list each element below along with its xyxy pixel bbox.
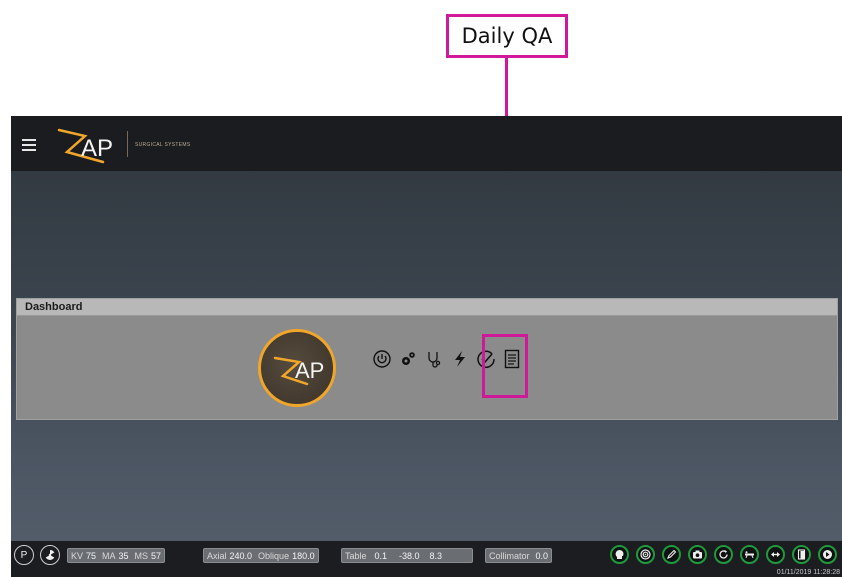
zap-home-button[interactable]: AP bbox=[258, 329, 336, 407]
camera-icon[interactable] bbox=[688, 545, 707, 564]
app-window: AP SURGICAL SYSTEMS Dashboard AP P KV 75… bbox=[11, 116, 842, 577]
lightning-icon[interactable] bbox=[450, 349, 470, 369]
dashboard-panel: Dashboard AP bbox=[16, 298, 838, 420]
collimator-readout: Collimator 0.0 bbox=[485, 548, 553, 563]
pen-icon[interactable] bbox=[662, 545, 681, 564]
timestamp: 01/11/2019 11:28:28 bbox=[776, 569, 840, 576]
target-icon[interactable] bbox=[636, 545, 655, 564]
couch-icon[interactable] bbox=[740, 545, 759, 564]
radiation-icon[interactable] bbox=[40, 545, 60, 565]
stethoscope-icon[interactable] bbox=[424, 349, 444, 369]
top-bar: AP SURGICAL SYSTEMS bbox=[11, 116, 842, 171]
zap-emblem-icon: AP bbox=[273, 356, 324, 386]
annotation-highlight-box bbox=[482, 334, 528, 398]
status-bar: P KV 75 MA 35 MS 57 Axial 240.0 Oblique 180.0… bbox=[11, 541, 842, 577]
svg-text:AP: AP bbox=[81, 135, 113, 162]
angle-readout: Axial 240.0 Oblique 180.0 bbox=[203, 548, 319, 563]
head-icon[interactable] bbox=[610, 545, 629, 564]
transfer-icon[interactable] bbox=[766, 545, 785, 564]
exposure-readout: KV 75 MA 35 MS 57 bbox=[67, 548, 166, 563]
p-button[interactable]: P bbox=[14, 545, 34, 565]
door-icon[interactable] bbox=[792, 545, 811, 564]
svg-text:AP: AP bbox=[295, 358, 324, 383]
power-icon[interactable] bbox=[372, 349, 392, 369]
daily-qa-annotation-label: Daily QA bbox=[446, 14, 568, 58]
hamburger-menu-icon[interactable] bbox=[22, 139, 36, 151]
zap-logo: AP bbox=[57, 128, 113, 164]
dashboard-title: Dashboard bbox=[17, 299, 837, 316]
brand-tagline: SURGICAL SYSTEMS bbox=[135, 142, 191, 148]
exit-icon[interactable] bbox=[818, 545, 837, 564]
refresh-icon[interactable] bbox=[714, 545, 733, 564]
gears-icon[interactable] bbox=[398, 349, 418, 369]
brand-divider bbox=[127, 131, 128, 157]
table-readout: Table 0.1 -38.0 8.3 bbox=[341, 548, 473, 563]
